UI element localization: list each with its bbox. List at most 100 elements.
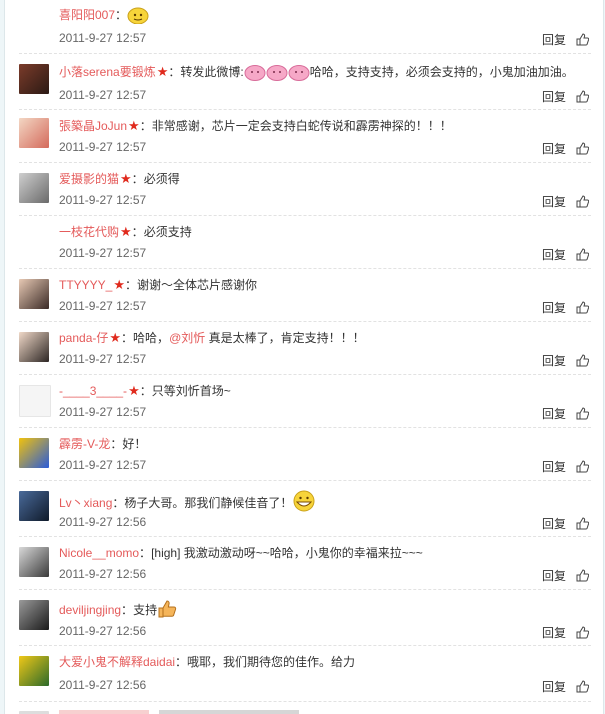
reply-button[interactable]: 回复 [542, 90, 566, 104]
reply-button[interactable]: 回复 [542, 301, 566, 315]
comment-text: 只等刘忻首场~ [151, 384, 231, 398]
thumbs-up-emoji-icon [157, 599, 177, 624]
comment-text: 转发此微博: [180, 65, 244, 79]
comment-author[interactable]: 爱摄影的猫 [59, 172, 119, 186]
thumbs-up-icon[interactable] [576, 301, 589, 314]
thumbs-up-icon[interactable] [576, 680, 589, 693]
comment-text: [high] 我激动激动呀~~哈哈，小鬼你的幸福来拉~~~ [151, 546, 423, 560]
reply-button[interactable]: 回复 [542, 460, 566, 474]
comment-time: 2011-9-27 12:57 [59, 405, 147, 419]
comment-time: 2011-9-27 12:56 [59, 515, 147, 529]
reply-button[interactable]: 回复 [542, 354, 566, 368]
star-badge-icon: ★ [113, 277, 126, 292]
avatar[interactable] [19, 385, 51, 417]
reply-button[interactable]: 回复 [542, 680, 566, 694]
mention-link[interactable]: @刘忻 [169, 331, 205, 345]
comment-item: deviljingjing：支持 2011-9-27 12:56 回复 [19, 589, 591, 646]
comment-item: 一枝花代购★：必须支持 2011-9-27 12:57 回复 [19, 215, 591, 269]
comment-time: 2011-9-27 12:57 [59, 458, 147, 472]
star-badge-icon: ★ [128, 383, 140, 398]
reply-button[interactable]: 回复 [542, 33, 566, 47]
comment-author[interactable]: 小落serena要锻炼 [59, 65, 156, 79]
avatar[interactable] [19, 64, 49, 94]
comment-text: 非常感谢，芯片一定会支持白蛇传说和霹雳神探的！！！ [151, 119, 452, 133]
avatar[interactable] [19, 491, 49, 521]
reply-button[interactable]: 回复 [542, 569, 566, 583]
comment-text: 真是太棒了，肯定支持！！！ [205, 331, 365, 345]
comment-author[interactable]: Nicole__momo [59, 546, 139, 560]
thumbs-up-icon[interactable] [576, 517, 589, 530]
truncated-comment-text [59, 710, 299, 714]
comment-list: 喜阳阳007： 2011-9-27 12:57 回复 小落serena要锻炼★：… [4, 0, 604, 714]
comment-author[interactable]: 張築晶JoJun [59, 119, 127, 133]
comment-item: 小落serena要锻炼★：转发此微博: 哈哈，支持支持，必须会支持的，小鬼加油加油… [19, 53, 591, 110]
thumbs-up-icon[interactable] [576, 90, 589, 103]
comment-item: 喜阳阳007： 2011-9-27 12:57 回复 [19, 0, 591, 54]
thumbs-up-icon[interactable] [576, 569, 589, 582]
avatar[interactable] [19, 656, 49, 686]
comment-text: 好！ [122, 437, 147, 451]
comment-text: 哦耶，我们期待您的佳作。给力 [187, 655, 356, 669]
reply-button[interactable]: 回复 [542, 248, 566, 262]
comment-time: 2011-9-27 12:57 [59, 246, 147, 260]
comment-time: 2011-9-27 12:57 [59, 193, 147, 207]
comment-item: Nicole__momo：[high] 我激动激动呀~~哈哈，小鬼你的幸福来拉~… [19, 536, 591, 590]
star-badge-icon: ★ [120, 171, 132, 186]
star-badge-icon: ★ [120, 224, 132, 239]
comment-item: panda-仔★：哈哈，@刘忻 真是太棒了，肯定支持！！！ 2011-9-27 … [19, 321, 591, 375]
comment-author[interactable]: 霹雳-V-龙 [59, 437, 110, 451]
avatar[interactable] [19, 332, 49, 362]
comment-item: 霹雳-V-龙：好！ 2011-9-27 12:57 回复 [19, 427, 591, 481]
comment-text: 谢谢～全体芯片感谢你 [137, 278, 258, 292]
thumbs-up-icon[interactable] [576, 460, 589, 473]
comment-time: 2011-9-27 12:56 [59, 567, 147, 581]
thumbs-up-icon[interactable] [576, 195, 589, 208]
reply-button[interactable]: 回复 [542, 407, 566, 421]
avatar[interactable] [19, 118, 49, 148]
avatar[interactable] [19, 600, 49, 630]
avatar[interactable] [19, 173, 49, 203]
comment-text: 必须得 [143, 172, 180, 186]
comment-text: 哈哈， [133, 331, 170, 345]
comment-text: 支持 [133, 603, 158, 617]
comment-author[interactable]: panda-仔 [59, 331, 108, 345]
reply-button[interactable]: 回复 [542, 195, 566, 209]
comment-author[interactable]: 大爱小鬼不解释daidai [59, 655, 175, 669]
comment-author[interactable]: 一枝花代购 [59, 225, 119, 239]
comment-item: -____3____-★：只等刘忻首场~ 2011-9-27 12:57 回复 [19, 374, 591, 428]
comment-author[interactable]: -____3____- [59, 384, 127, 398]
comment-author[interactable]: Lv丶xiang [59, 496, 112, 510]
comment-text: 杨子大哥。那我们静候佳音了！ [124, 496, 293, 510]
thumbs-up-icon[interactable] [576, 626, 589, 639]
comment-item: 大爱小鬼不解释daidai：哦耶，我们期待您的佳作。给力 2011-9-27 1… [19, 645, 591, 702]
thumbs-up-icon[interactable] [576, 142, 589, 155]
pig-emoji-icon [244, 63, 310, 86]
star-badge-icon: ★ [109, 330, 122, 345]
comment-time: 2011-9-27 12:57 [59, 31, 147, 45]
smile-emoji-icon [127, 6, 149, 29]
comment-time: 2011-9-27 12:57 [59, 88, 147, 102]
thumbs-up-icon[interactable] [576, 33, 589, 46]
reply-button[interactable]: 回复 [542, 142, 566, 156]
star-badge-icon: ★ [128, 118, 140, 133]
thumbs-up-icon[interactable] [576, 407, 589, 420]
thumbs-up-icon[interactable] [576, 354, 589, 367]
comment-item: TTYYYY_★：谢谢～全体芯片感谢你 2011-9-27 12:57 回复 [19, 268, 591, 322]
grin-emoji-icon [292, 490, 316, 517]
comment-author[interactable]: deviljingjing [59, 603, 121, 617]
comment-time: 2011-9-27 12:57 [59, 352, 147, 366]
comment-time: 2011-9-27 12:57 [59, 140, 147, 154]
avatar[interactable] [19, 279, 49, 309]
comment-author[interactable]: TTYYYY_ [59, 278, 112, 292]
avatar[interactable] [19, 547, 49, 577]
star-badge-icon: ★ [156, 64, 169, 79]
comment-item: 爱摄影的猫★：必须得 2011-9-27 12:57 回复 [19, 162, 591, 216]
thumbs-up-icon[interactable] [576, 248, 589, 261]
comment-time: 2011-9-27 12:57 [59, 299, 147, 313]
comment-text: 哈哈，支持支持，必须会支持的，小鬼加油加油。 [309, 65, 574, 79]
reply-button[interactable]: 回复 [542, 517, 566, 531]
comment-author[interactable]: 喜阳阳007 [59, 8, 115, 22]
comment-item: Lv丶xiang：杨子大哥。那我们静候佳音了！ 2011-9-27 12:56 … [19, 480, 591, 537]
reply-button[interactable]: 回复 [542, 626, 566, 640]
avatar[interactable] [19, 438, 49, 468]
